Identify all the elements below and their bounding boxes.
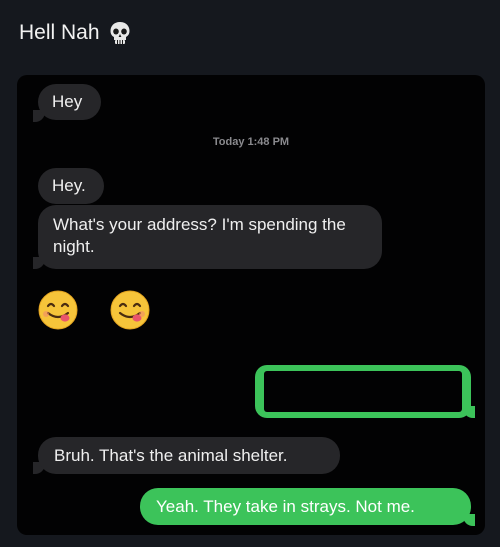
received-message: Hey [38, 84, 101, 120]
message-text: Hey [52, 92, 83, 111]
message-text: Bruh. That's the animal shelter. [54, 446, 288, 465]
smiling-face-with-tongue-icon [110, 290, 150, 330]
received-message: What's your address? I'm spending the ni… [38, 205, 382, 269]
received-message: Hey. [38, 168, 104, 204]
sent-message-redacted [255, 365, 471, 418]
post-page: Hell Nah Hey Today 1:48 PM Hey. What's y… [0, 0, 500, 547]
message-text: What's your address? I'm spending the ni… [53, 215, 346, 256]
sent-message: Yeah. They take in strays. Not me. [140, 488, 471, 525]
message-text: Yeah. They take in strays. Not me. [156, 497, 415, 516]
message-text: Hey. [52, 176, 86, 195]
message-timestamp: Today 1:48 PM [212, 136, 290, 148]
post-title: Hell Nah [19, 18, 131, 48]
message-thread: Hey Today 1:48 PM Hey. What's your addre… [17, 75, 485, 535]
received-message: Bruh. That's the animal shelter. [38, 437, 340, 474]
skull-icon [110, 22, 130, 44]
smiling-face-with-tongue-icon [38, 290, 78, 330]
post-title-text: Hell Nah [19, 21, 100, 44]
redaction-box [264, 371, 462, 412]
